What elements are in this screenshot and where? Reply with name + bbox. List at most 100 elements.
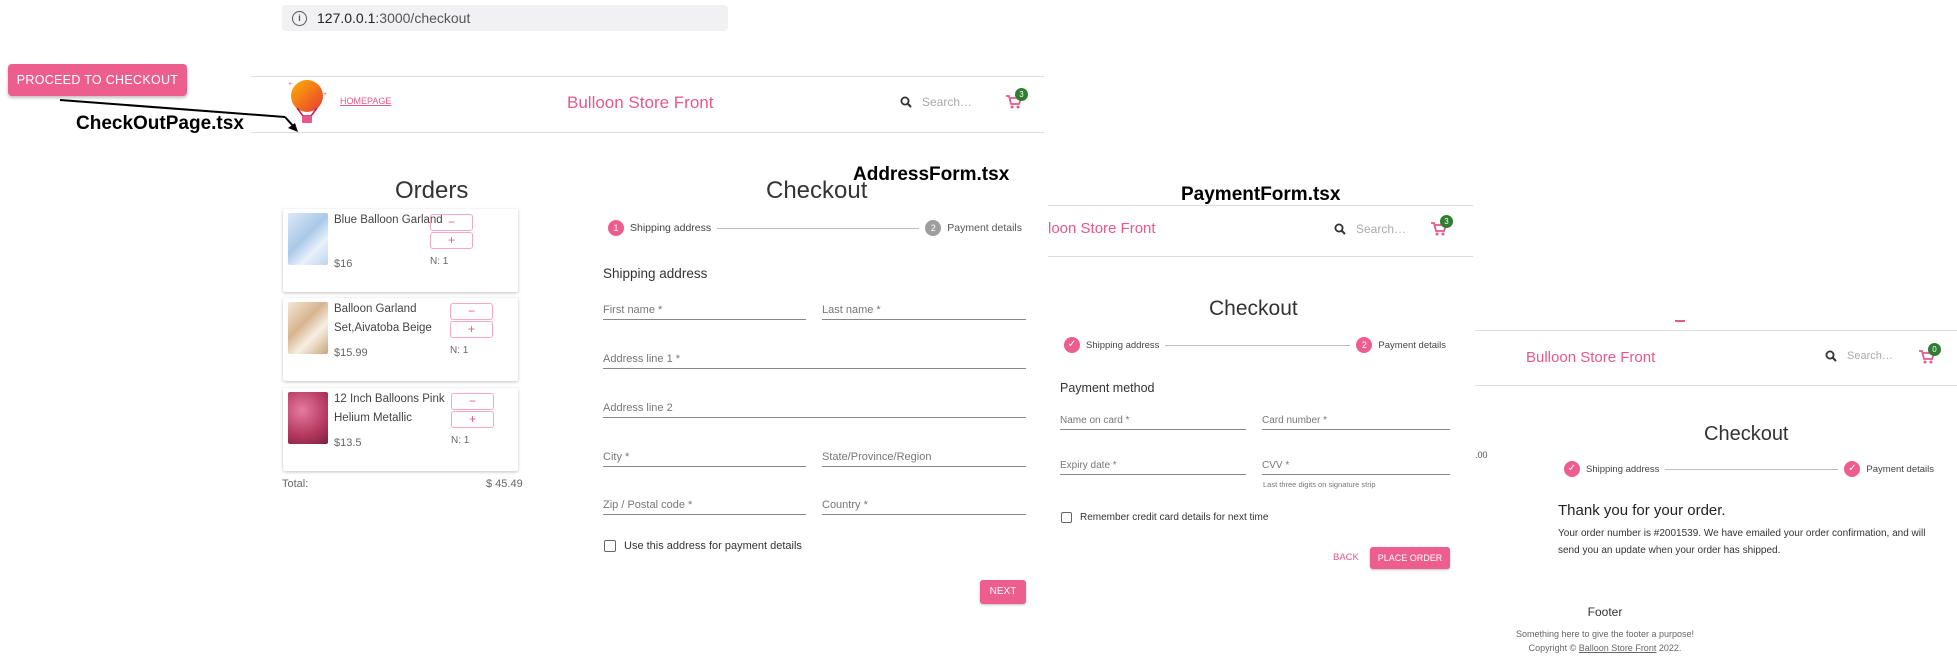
header-bottom-divider bbox=[251, 132, 1044, 133]
step-1-icon: 1 bbox=[608, 220, 624, 236]
browser-url-bar[interactable]: i 127.0.0.1:3000/checkout bbox=[282, 5, 728, 31]
place-order-button[interactable]: PLACE ORDER bbox=[1370, 547, 1450, 569]
checkout-page-label: CheckOutPage.tsx bbox=[76, 113, 244, 134]
product-image bbox=[288, 392, 328, 444]
url-host: 127.0.0.1 bbox=[317, 10, 376, 26]
step-connector bbox=[717, 227, 920, 229]
copyright-suffix: 2022. bbox=[1658, 643, 1682, 653]
cart-button[interactable]: 3 bbox=[1430, 215, 1453, 242]
cart-button[interactable]: 3 bbox=[1005, 88, 1028, 115]
check-icon: ✓ bbox=[1844, 461, 1861, 477]
next-button[interactable]: NEXT bbox=[980, 580, 1026, 604]
state-field[interactable]: State/Province/Region bbox=[822, 451, 1026, 467]
order-item: Blue Balloon Garland $16 − + N: 1 bbox=[283, 209, 518, 292]
product-price: $15.99 bbox=[334, 347, 368, 359]
search-placeholder: Search… bbox=[1847, 350, 1893, 362]
url-path: :3000/checkout bbox=[375, 10, 471, 26]
order-item: Balloon Garland Set,Aivatoba Beige $15.9… bbox=[283, 298, 518, 381]
remember-card-label: Remember credit card details for next ti… bbox=[1080, 512, 1269, 524]
name-on-card-field[interactable]: Name on card * bbox=[1060, 415, 1246, 430]
address-form-label: AddressForm.tsx bbox=[853, 164, 1010, 185]
cart-count-badge: 3 bbox=[1015, 88, 1028, 101]
confirm-stepper: ✓ Shipping address ✓ Payment details bbox=[1564, 461, 1934, 477]
search-box[interactable]: Search… bbox=[1334, 222, 1406, 236]
footer-text: Something here to give the footer a purp… bbox=[1455, 627, 1755, 655]
search-box[interactable]: Search… bbox=[900, 95, 972, 109]
remember-card-row[interactable]: Remember credit card details for next ti… bbox=[1061, 512, 1268, 523]
product-image bbox=[288, 213, 328, 265]
total-value: $ 45.49 bbox=[486, 478, 523, 490]
product-price: $13.5 bbox=[334, 437, 362, 449]
payment-method-title: Payment method bbox=[1060, 381, 1155, 395]
confirm-header-bottom-divider bbox=[1475, 385, 1957, 386]
zip-field[interactable]: Zip / Postal code * bbox=[603, 499, 806, 515]
homepage-link[interactable]: HOMEPAGE bbox=[340, 96, 391, 106]
product-image bbox=[288, 302, 328, 354]
step-shipping-label: Shipping address bbox=[1086, 339, 1160, 351]
address-line-1-field[interactable]: Address line 1 * bbox=[603, 353, 1026, 369]
orders-title: Orders bbox=[395, 177, 469, 204]
svg-text:+: + bbox=[288, 81, 292, 88]
payment-form-label: PaymentForm.tsx bbox=[1181, 184, 1341, 205]
card-number-field[interactable]: Card number * bbox=[1262, 415, 1450, 430]
cart-button[interactable]: 0 bbox=[1918, 343, 1941, 370]
product-qty: N: 1 bbox=[430, 256, 449, 267]
city-field[interactable]: City * bbox=[603, 451, 806, 467]
order-item: 12 Inch Balloons Pink Helium Metallic $1… bbox=[283, 388, 518, 471]
step-connector bbox=[1165, 344, 1351, 346]
checkout-stepper: 1 Shipping address 2 Payment details bbox=[608, 220, 1022, 236]
order-confirmation-text: Your order number is #2001539. We have e… bbox=[1558, 525, 1957, 559]
use-address-checkbox[interactable] bbox=[604, 540, 616, 553]
remember-card-checkbox[interactable] bbox=[1061, 512, 1072, 523]
product-qty: N: 1 bbox=[451, 435, 470, 446]
search-icon bbox=[1334, 223, 1346, 235]
payment-header-bottom-divider bbox=[1048, 256, 1473, 257]
step-2-icon: 2 bbox=[1356, 337, 1373, 353]
confirm-checkout-title: Checkout bbox=[1704, 423, 1789, 445]
increase-qty-button[interactable]: + bbox=[430, 232, 473, 249]
info-icon[interactable]: i bbox=[292, 10, 307, 26]
search-box[interactable]: Search… bbox=[1825, 350, 1893, 362]
balloon-logo-icon[interactable]: + + bbox=[285, 76, 335, 128]
use-address-checkbox-row[interactable]: Use this address for payment details bbox=[604, 540, 802, 553]
check-icon: ✓ bbox=[1564, 461, 1580, 477]
product-price: $16 bbox=[334, 258, 353, 270]
payment-header-top-divider bbox=[1048, 205, 1473, 206]
confirmation-line-1: Your order number is #2001539. We have e… bbox=[1558, 528, 1926, 539]
footer-title: Footer bbox=[1587, 605, 1623, 619]
svg-text:+: + bbox=[323, 91, 327, 98]
proceed-to-checkout-button[interactable]: PROCEED TO CHECKOUT bbox=[8, 64, 187, 96]
decrease-qty-button[interactable]: − bbox=[450, 303, 493, 320]
last-name-field[interactable]: Last name * bbox=[822, 304, 1026, 320]
copyright-link[interactable]: Balloon Store Front bbox=[1579, 643, 1657, 653]
step-payment-label: Payment details bbox=[947, 222, 1022, 234]
use-address-label: Use this address for payment details bbox=[624, 540, 802, 552]
first-name-field[interactable]: First name * bbox=[603, 304, 806, 320]
check-icon: ✓ bbox=[1064, 337, 1080, 353]
address-line-2-field[interactable]: Address line 2 bbox=[603, 402, 1026, 418]
product-name: Balloon Garland Set,Aivatoba Beige bbox=[334, 303, 432, 334]
total-label: Total: bbox=[282, 478, 309, 490]
increase-qty-button[interactable]: + bbox=[451, 411, 494, 428]
copyright-line: Copyright © Balloon Store Front 2022. bbox=[1455, 641, 1755, 655]
cart-count-badge: 3 bbox=[1440, 215, 1453, 228]
cvv-helper-text: Last three digits on signature strip bbox=[1263, 480, 1376, 489]
payment-stepper: ✓ Shipping address 2 Payment details bbox=[1064, 337, 1446, 353]
decrease-qty-button[interactable]: − bbox=[451, 393, 494, 410]
footer-purpose-text: Something here to give the footer a purp… bbox=[1515, 629, 1695, 639]
header-top-divider bbox=[251, 76, 1044, 77]
expiry-date-field[interactable]: Expiry date * bbox=[1060, 460, 1246, 475]
payment-checkout-title: Checkout bbox=[1209, 297, 1298, 320]
back-button[interactable]: BACK bbox=[1333, 552, 1359, 563]
confirm-header-top-divider bbox=[1475, 330, 1957, 331]
decrease-qty-button[interactable]: − bbox=[430, 214, 473, 231]
increase-qty-button[interactable]: + bbox=[450, 321, 493, 338]
search-icon bbox=[900, 96, 912, 108]
step-shipping-label: Shipping address bbox=[630, 222, 712, 234]
product-name: 12 Inch Balloons Pink Helium Metallic bbox=[334, 393, 445, 424]
country-field[interactable]: Country * bbox=[822, 499, 1026, 515]
step-connector bbox=[1665, 468, 1839, 470]
brand-title-partial: loon Store Front bbox=[1048, 220, 1156, 237]
stray-text: .00 bbox=[1475, 450, 1488, 460]
cvv-field[interactable]: CVV * bbox=[1262, 460, 1450, 475]
